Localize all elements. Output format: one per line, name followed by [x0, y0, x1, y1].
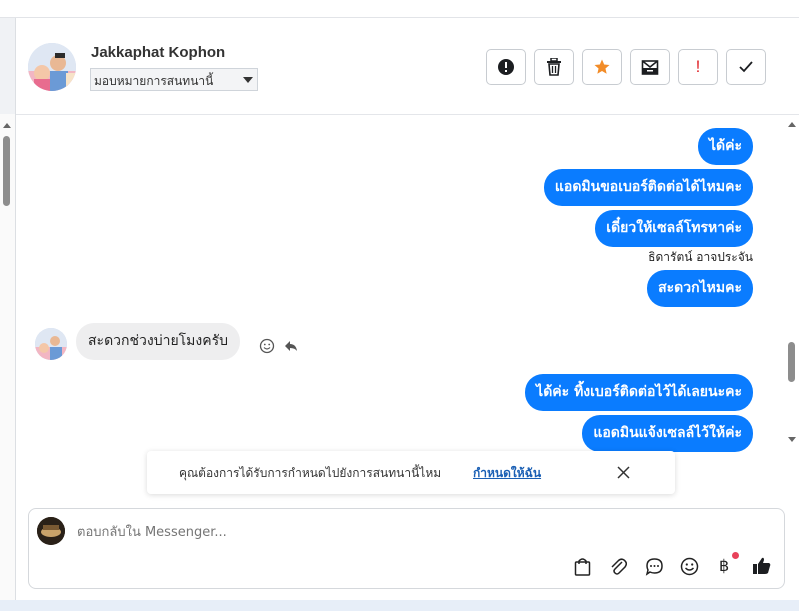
exclamation-icon: !	[695, 57, 701, 76]
scroll-thumb[interactable]	[788, 342, 795, 382]
contact-avatar-small	[35, 328, 67, 360]
close-icon[interactable]	[617, 466, 630, 479]
messenger-app: Jakkaphat Kophon มอบหมายการสนทนานี้ ! ได…	[0, 0, 799, 611]
contact-name: Jakkaphat Kophon	[91, 44, 226, 61]
assign-conversation-dropdown[interactable]: มอบหมายการสนทนานี้	[90, 68, 258, 91]
star-button[interactable]	[582, 49, 622, 85]
reply-input[interactable]	[77, 522, 767, 542]
message-scrollbar[interactable]	[785, 116, 799, 468]
sender-name: ธิดารัตน์ อาจประจัน	[648, 250, 753, 264]
star-icon	[594, 59, 610, 74]
check-icon	[739, 61, 753, 73]
delete-button[interactable]	[534, 49, 574, 85]
conversation-header: Jakkaphat Kophon มอบหมายการสนทนานี้ !	[16, 18, 799, 115]
attachment-icon[interactable]	[610, 557, 627, 576]
scroll-up-arrow[interactable]	[788, 122, 796, 127]
top-strip	[0, 0, 799, 18]
payment-currency-icon[interactable]: ฿	[719, 556, 729, 575]
assign-label: มอบหมายการสนทนานี้	[94, 74, 214, 88]
chevron-down-icon	[243, 77, 253, 83]
outgoing-message: แอดมินขอเบอร์ติดต่อได้ไหมคะ	[543, 169, 753, 206]
message-thread: ได้ค่ะ แอดมินขอเบอร์ติดต่อได้ไหมคะ เดี๋ย…	[16, 116, 799, 468]
notice-text: คุณต้องการได้รับการกำหนดไปยังการสนทนานี้…	[179, 466, 442, 480]
alert-circle-icon	[498, 59, 514, 75]
archive-button[interactable]	[630, 49, 670, 85]
notification-badge-dot	[732, 552, 739, 559]
reply-arrow-icon[interactable]	[283, 338, 299, 354]
trash-icon	[547, 58, 561, 76]
contact-avatar[interactable]	[28, 43, 76, 91]
emoji-react-icon[interactable]	[259, 338, 275, 354]
mark-important-button[interactable]: !	[678, 49, 718, 85]
outgoing-message: ได้ค่ะ	[697, 128, 753, 165]
scroll-down-arrow[interactable]	[788, 437, 796, 442]
thumbs-up-icon[interactable]	[752, 556, 772, 576]
incoming-message: สะดวกช่วงบ่ายโมงครับ	[76, 323, 240, 360]
scroll-thumb[interactable]	[3, 136, 10, 206]
emoji-icon[interactable]	[680, 557, 699, 576]
mark-spam-button[interactable]	[486, 49, 526, 85]
outgoing-message: แอดมินแจ้งเซลล์ไว้ให้ค่ะ	[582, 415, 753, 452]
assign-to-me-link[interactable]: กำหนดให้ฉัน	[473, 464, 541, 483]
assign-notice: คุณต้องการได้รับการกำหนดไปยังการสนทนานี้…	[147, 451, 675, 494]
outgoing-message: สะดวกไหมคะ	[647, 270, 753, 307]
bottom-strip	[0, 600, 799, 611]
shopping-bag-icon[interactable]	[574, 557, 591, 576]
scroll-up-arrow[interactable]	[3, 123, 11, 128]
reply-composer: ฿	[28, 508, 785, 589]
archive-mail-icon	[641, 60, 659, 75]
saved-reply-icon[interactable]	[645, 557, 664, 576]
page-avatar	[37, 517, 65, 545]
outgoing-message: เดี๋ยวให้เซลล์โทรหาค่ะ	[595, 210, 753, 247]
page-scrollbar[interactable]	[0, 114, 15, 603]
outgoing-message: ได้ค่ะ ทิ้งเบอร์ติดต่อไว้ได้เลยนะคะ	[525, 374, 753, 411]
mark-done-button[interactable]	[726, 49, 766, 85]
